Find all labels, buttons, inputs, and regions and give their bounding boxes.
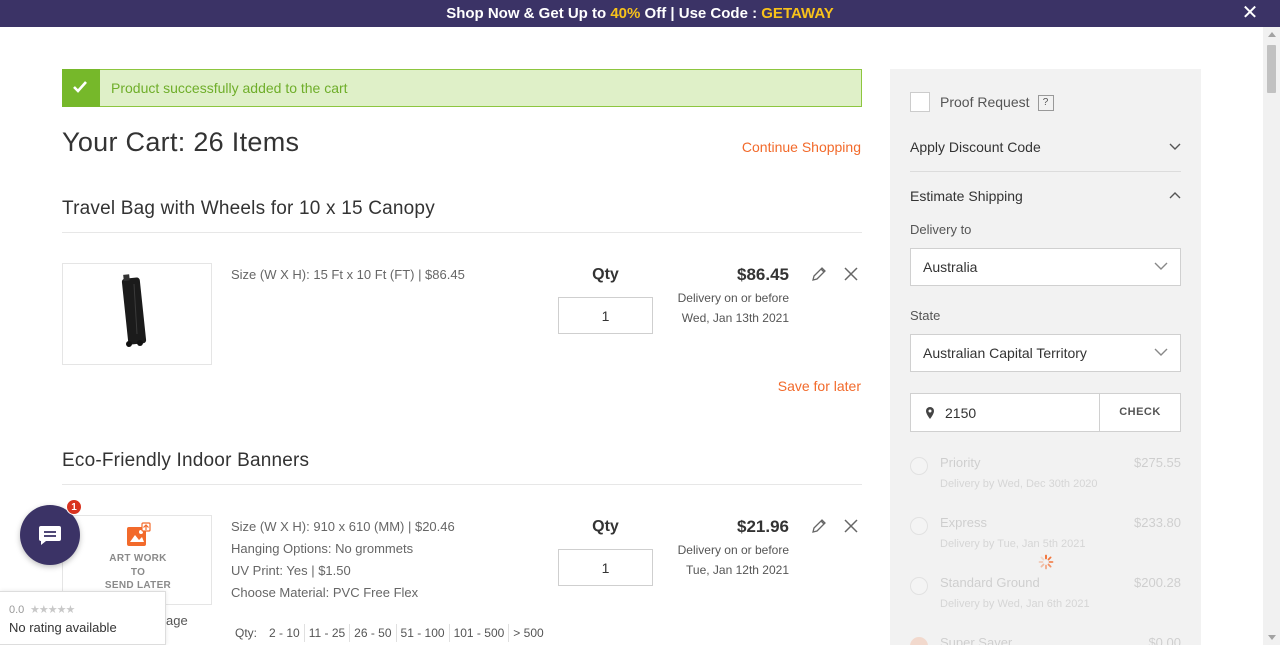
image-upload-icon xyxy=(127,522,151,546)
promo-middle: Off | Use Code : xyxy=(644,5,758,22)
item-price: $86.45 xyxy=(737,265,789,284)
chevron-down-icon xyxy=(1154,262,1168,270)
divider xyxy=(62,484,862,485)
state-value: Australian Capital Territory xyxy=(923,345,1087,361)
star-rating-icon: ★★★★★ xyxy=(30,604,75,616)
artwork-placeholder: ART WORK TO SEND LATER xyxy=(78,518,198,596)
radio-button[interactable] xyxy=(910,637,928,645)
divider xyxy=(62,232,862,233)
rating-text: No rating available xyxy=(9,620,117,635)
promo-code: GETAWAY xyxy=(761,5,834,22)
delivery-date: Wed, Jan 13th 2021 xyxy=(681,311,789,325)
zip-code-field: CHECK xyxy=(910,393,1181,432)
alert-message: Product successfully added to the cart xyxy=(111,80,348,96)
state-select[interactable]: Australian Capital Territory xyxy=(910,334,1181,372)
product-spec: Size (W X H): 15 Ft x 10 Ft (FT) | $86.4… xyxy=(231,267,465,282)
success-alert: Product successfully added to the cart xyxy=(62,69,862,107)
delivery-estimate: Delivery on or before Wed, Jan 13th 2021 xyxy=(678,288,789,328)
chevron-up-icon[interactable] xyxy=(1169,190,1181,202)
quantity-input[interactable] xyxy=(558,297,653,334)
product-image[interactable] xyxy=(62,263,212,365)
qty-label: Qty xyxy=(592,518,619,535)
promo-percent: 40% xyxy=(610,5,641,22)
checkmark-icon xyxy=(62,69,100,107)
quantity-tiers: Qty: 2 - 10 11 - 25 26 - 50 51 - 100 101 - 50… xyxy=(231,624,548,644)
page-scrollbar[interactable] xyxy=(1263,27,1280,645)
shipping-option-cost: $233.80 xyxy=(1134,515,1181,530)
delivery-date: Tue, Jan 12th 2021 xyxy=(686,563,789,577)
promo-bar: Shop Now & Get Up to 40% Off | Use Code … xyxy=(0,0,1280,27)
page-title: Your Cart: 26 Items xyxy=(62,127,300,157)
close-icon[interactable]: ✕ xyxy=(1240,0,1260,27)
country-select[interactable]: Australia xyxy=(910,248,1181,286)
product-spec: Size (W X H): 910 x 610 (MM) | $20.46 xyxy=(231,519,455,534)
shipping-option-eta: Delivery by Wed, Jan 6th 2021 xyxy=(940,598,1090,610)
product-title[interactable]: Travel Bag with Wheels for 10 x 15 Canop… xyxy=(62,198,435,220)
pencil-icon[interactable] xyxy=(810,517,828,535)
divider xyxy=(910,171,1181,172)
product-title[interactable]: Eco-Friendly Indoor Banners xyxy=(62,450,309,472)
country-value: Australia xyxy=(923,259,978,275)
tier-option[interactable]: 101 - 500 xyxy=(450,624,510,642)
chevron-down-icon[interactable] xyxy=(1169,141,1181,153)
tier-option[interactable]: 2 - 10 xyxy=(265,624,305,642)
estimate-shipping-toggle[interactable]: Estimate Shipping xyxy=(910,188,1023,204)
product-spec: Hanging Options: No grommets xyxy=(231,541,414,556)
shipping-option-cost: $200.28 xyxy=(1134,575,1181,590)
promo-prefix: Shop Now & Get Up to xyxy=(446,5,607,22)
delivery-label: Delivery on or before xyxy=(677,543,789,557)
proof-request-label: Proof Request? xyxy=(940,94,1054,112)
state-label: State xyxy=(910,308,941,323)
shipping-option-name: Priority xyxy=(940,455,981,470)
tier-option[interactable]: 11 - 25 xyxy=(305,624,351,642)
check-shipping-button[interactable]: CHECK xyxy=(1099,394,1180,431)
scrollbar-thumb[interactable] xyxy=(1267,45,1276,93)
map-pin-icon xyxy=(926,407,934,419)
tier-option[interactable]: > 500 xyxy=(509,624,547,642)
loading-spinner-icon xyxy=(1038,554,1054,570)
radio-button[interactable] xyxy=(910,577,928,595)
chat-icon xyxy=(39,526,61,545)
radio-button[interactable] xyxy=(910,517,928,535)
scroll-down-arrow-icon[interactable] xyxy=(1268,635,1276,640)
radio-button[interactable] xyxy=(910,457,928,475)
delivery-estimate: Delivery on or before Tue, Jan 12th 2021 xyxy=(678,540,789,580)
item-price: $21.96 xyxy=(737,517,789,536)
pencil-icon[interactable] xyxy=(810,265,828,283)
shipping-option-cost: $275.55 xyxy=(1134,455,1181,470)
tier-option[interactable]: 51 - 100 xyxy=(397,624,450,642)
shipping-option-name: Standard Ground xyxy=(940,575,1040,590)
continue-shopping-link[interactable]: Continue Shopping xyxy=(742,139,861,155)
shipping-option-name: Super Saver xyxy=(940,635,1013,645)
help-icon[interactable]: ? xyxy=(1037,95,1054,112)
close-icon[interactable] xyxy=(843,518,859,534)
quantity-input[interactable] xyxy=(558,549,653,586)
shipping-option-name: Express xyxy=(940,515,987,530)
notification-badge: 1 xyxy=(66,499,82,515)
zip-code-input[interactable] xyxy=(945,394,1095,431)
shipping-option-eta: Delivery by Wed, Dec 30th 2020 xyxy=(940,478,1098,490)
delivery-label: Delivery on or before xyxy=(677,291,789,305)
qty-label: Qty xyxy=(592,266,619,283)
close-icon[interactable] xyxy=(843,266,859,282)
apply-discount-toggle[interactable]: Apply Discount Code xyxy=(910,139,1041,155)
save-for-later-link[interactable]: Save for later xyxy=(778,378,861,394)
proof-request-checkbox[interactable] xyxy=(910,92,930,112)
shipping-option-eta: Delivery by Tue, Jan 5th 2021 xyxy=(940,538,1086,550)
image-caption-peek: age xyxy=(166,613,188,628)
chevron-down-icon xyxy=(1154,348,1168,356)
rating-score: 0.0 xyxy=(9,604,25,616)
cart-summary-sidebar: Proof Request? Apply Discount Code Estim… xyxy=(890,69,1201,645)
tier-option[interactable]: 26 - 50 xyxy=(350,624,397,642)
product-spec: Choose Material: PVC Free Flex xyxy=(231,585,419,600)
delivery-to-label: Delivery to xyxy=(910,222,972,237)
product-spec: UV Print: Yes | $1.50 xyxy=(231,563,351,578)
scroll-up-arrow-icon[interactable] xyxy=(1268,32,1276,37)
artwork-line: ART WORK xyxy=(109,553,167,564)
tiers-label: Qty: xyxy=(235,626,258,640)
rating-widget[interactable]: 0.0 ★★★★★ No rating available xyxy=(0,591,166,645)
shipping-option-cost: $0.00 xyxy=(1148,635,1181,645)
artwork-line: TO xyxy=(130,566,146,578)
